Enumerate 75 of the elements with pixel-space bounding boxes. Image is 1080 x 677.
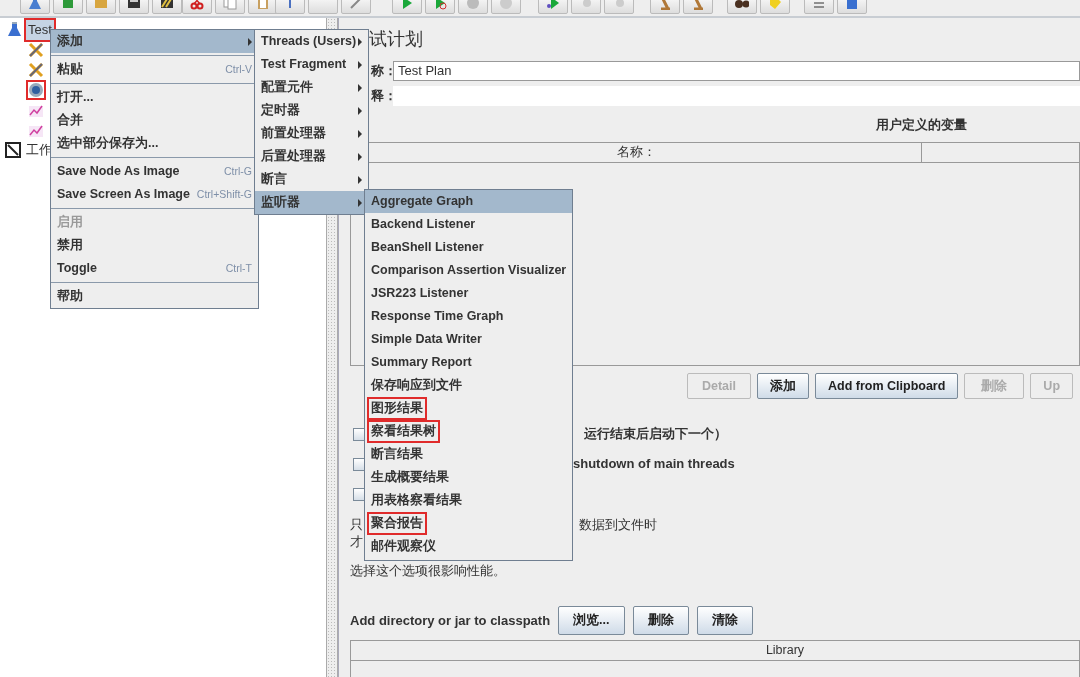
menu-item[interactable]: Aggregate Graph	[365, 190, 572, 213]
shortcut-text: Ctrl-V	[224, 61, 252, 77]
menu-item[interactable]: 打开...	[51, 86, 258, 109]
play-icon	[400, 0, 414, 10]
menu-item[interactable]: Test Fragment	[255, 53, 368, 76]
menu-item[interactable]: 配置元件	[255, 76, 368, 99]
broom-icon	[691, 0, 705, 10]
section-title: 用户定义的变量	[876, 115, 967, 134]
copy-icon	[223, 0, 237, 10]
arrow-icon	[358, 106, 362, 115]
tag-icon	[768, 0, 782, 10]
menu-item[interactable]: 图形结果	[365, 397, 572, 420]
workbench-icon	[5, 142, 21, 158]
stop-icon	[466, 0, 480, 10]
add-clipboard-button[interactable]: Add from Clipboard	[815, 373, 959, 399]
menu-item[interactable]: 生成概要结果	[365, 466, 572, 489]
menu-item[interactable]: 粘贴 Ctrl-V	[51, 58, 258, 81]
arrow-icon	[358, 152, 362, 161]
note-text: 数据到文件时	[579, 516, 657, 532]
note-text: 选择这个选项很影响性能。	[350, 562, 507, 578]
stripes-icon	[160, 0, 174, 10]
menu-item[interactable]: 断言	[255, 168, 368, 191]
menu-item[interactable]: 邮件观察仪	[365, 535, 572, 558]
menu-item[interactable]: 前置处理器	[255, 122, 368, 145]
menu-item[interactable]: 选中部分保存为...	[51, 132, 258, 155]
menu-item[interactable]: 定时器	[255, 99, 368, 122]
menu-item[interactable]: JSR223 Listener	[365, 282, 572, 305]
input-field[interactable]: Test Plan	[393, 60, 1080, 81]
binoculars-icon	[735, 0, 749, 10]
option-label: 运行结束后启动下一个）	[584, 425, 727, 444]
menu-item[interactable]: 保存响应到文件	[365, 374, 572, 397]
table-button[interactable]: 添加	[757, 373, 809, 399]
menu-item[interactable]: BeanShell Listener	[365, 236, 572, 259]
menu-item[interactable]: 用表格察看结果	[365, 489, 572, 512]
menu-item[interactable]: Save Node As Image Ctrl-G	[51, 160, 258, 183]
field-label: 称：	[371, 61, 393, 80]
flask-icon	[28, 0, 42, 10]
arrow-icon	[358, 175, 362, 184]
menu-item[interactable]: 聚合报告	[365, 512, 572, 535]
paste-icon	[256, 0, 270, 10]
arrow-icon	[358, 129, 362, 138]
menu-item[interactable]: 禁用	[51, 234, 258, 257]
classpath-button[interactable]: 清除	[696, 606, 753, 635]
shortcut-text: Ctrl-G	[223, 163, 252, 179]
menu-item[interactable]: 断言结果	[365, 443, 572, 466]
menu-item[interactable]: Threads (Users)	[255, 30, 368, 53]
menu-item[interactable]: 合并	[51, 109, 258, 132]
menu-item[interactable]: Summary Report	[365, 351, 572, 374]
arrow-icon	[358, 60, 362, 69]
panel-title: 试计划	[369, 27, 423, 51]
menu-item[interactable]: 察看结果树	[365, 420, 572, 443]
menu-item[interactable]: Comparison Assertion Visualizer	[365, 259, 572, 282]
flask-icon	[7, 22, 23, 38]
shortcut-text: Ctrl-T	[224, 260, 252, 276]
tree-node[interactable]: 工作	[24, 140, 54, 160]
menu-item[interactable]: 帮助	[51, 285, 258, 308]
arrow-icon	[358, 83, 362, 92]
broom-icon	[658, 0, 672, 10]
note-text: 才	[350, 533, 363, 549]
classpath-button[interactable]: 删除	[632, 606, 689, 635]
menu-item[interactable]: Save Screen As Image Ctrl+Shift-G	[51, 183, 258, 206]
tree-node[interactable]: Test	[26, 20, 54, 40]
column-header: Library	[351, 641, 1079, 661]
menu-item[interactable]: Backend Listener	[365, 213, 572, 236]
shortcut-text: Ctrl+Shift-G	[195, 186, 252, 202]
menu-item[interactable]: Toggle Ctrl-T	[51, 257, 258, 280]
menu-item[interactable]: Simple Data Writer	[365, 328, 572, 351]
classpath-label: Add directory or jar to classpath	[350, 611, 551, 630]
list-icon	[812, 0, 826, 10]
note-text: 只	[350, 516, 363, 532]
menu-item[interactable]: Response Time Graph	[365, 305, 572, 328]
arrow-icon	[358, 37, 362, 46]
option-label: shutdown of main threads	[573, 455, 735, 474]
classpath-button[interactable]: 浏览...	[558, 606, 625, 635]
field-label: 释：	[371, 86, 393, 105]
